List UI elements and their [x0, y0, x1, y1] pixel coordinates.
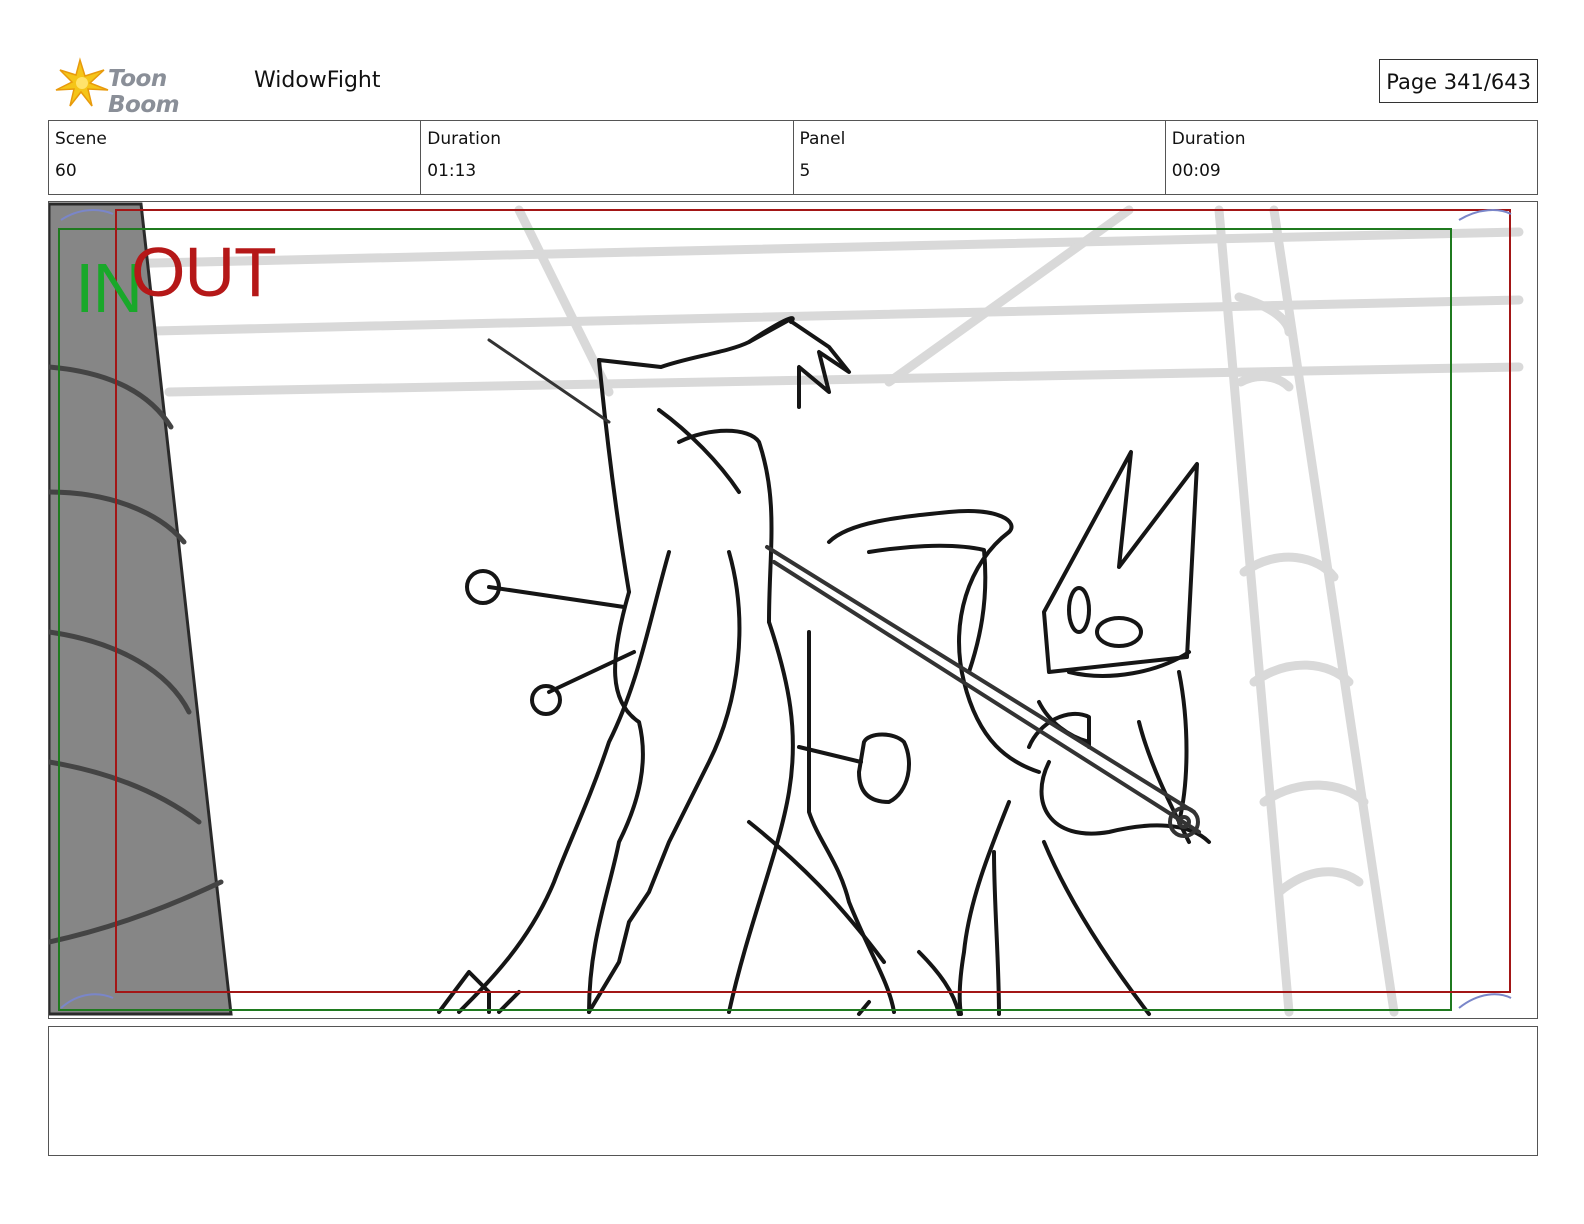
logo-text: Toon Boom — [108, 66, 180, 118]
scene-duration-value: 01:13 — [427, 161, 477, 181]
scene-info-table: Scene 60 Duration 01:13 Panel 5 Duration… — [48, 120, 1538, 195]
project-title: WidowFight — [254, 68, 381, 93]
spear — [765, 545, 1201, 838]
panel-cell: Panel 5 — [794, 121, 1166, 194]
page-indicator: Page 341/643 — [1379, 59, 1538, 103]
panel-label: Panel — [799, 129, 846, 149]
panel-duration-value: 00:09 — [1171, 161, 1221, 181]
panel-value: 5 — [799, 161, 811, 181]
toon-boom-logo: Toon Boom — [52, 56, 242, 118]
out-label: OUT — [131, 233, 277, 311]
scene-value: 60 — [55, 161, 77, 181]
panel-notes — [48, 1026, 1538, 1156]
starburst-icon — [55, 57, 109, 107]
scene-duration-cell: Duration 01:13 — [421, 121, 794, 194]
in-frame — [58, 228, 1452, 1011]
characters-lineart — [437, 316, 1211, 1016]
background-scaffold — [104, 205, 1524, 1017]
scene-duration-label: Duration — [427, 129, 502, 149]
page-header: Toon Boom WidowFight Page 341/643 — [48, 56, 1538, 118]
panel-duration-label: Duration — [1171, 129, 1246, 149]
scene-cell: Scene 60 — [49, 121, 422, 194]
panel-drawing — [49, 202, 1524, 1017]
panel-duration-cell: Duration 00:09 — [1166, 121, 1537, 194]
storyboard-panel: IN OUT — [48, 201, 1538, 1019]
scene-label: Scene — [55, 129, 107, 149]
